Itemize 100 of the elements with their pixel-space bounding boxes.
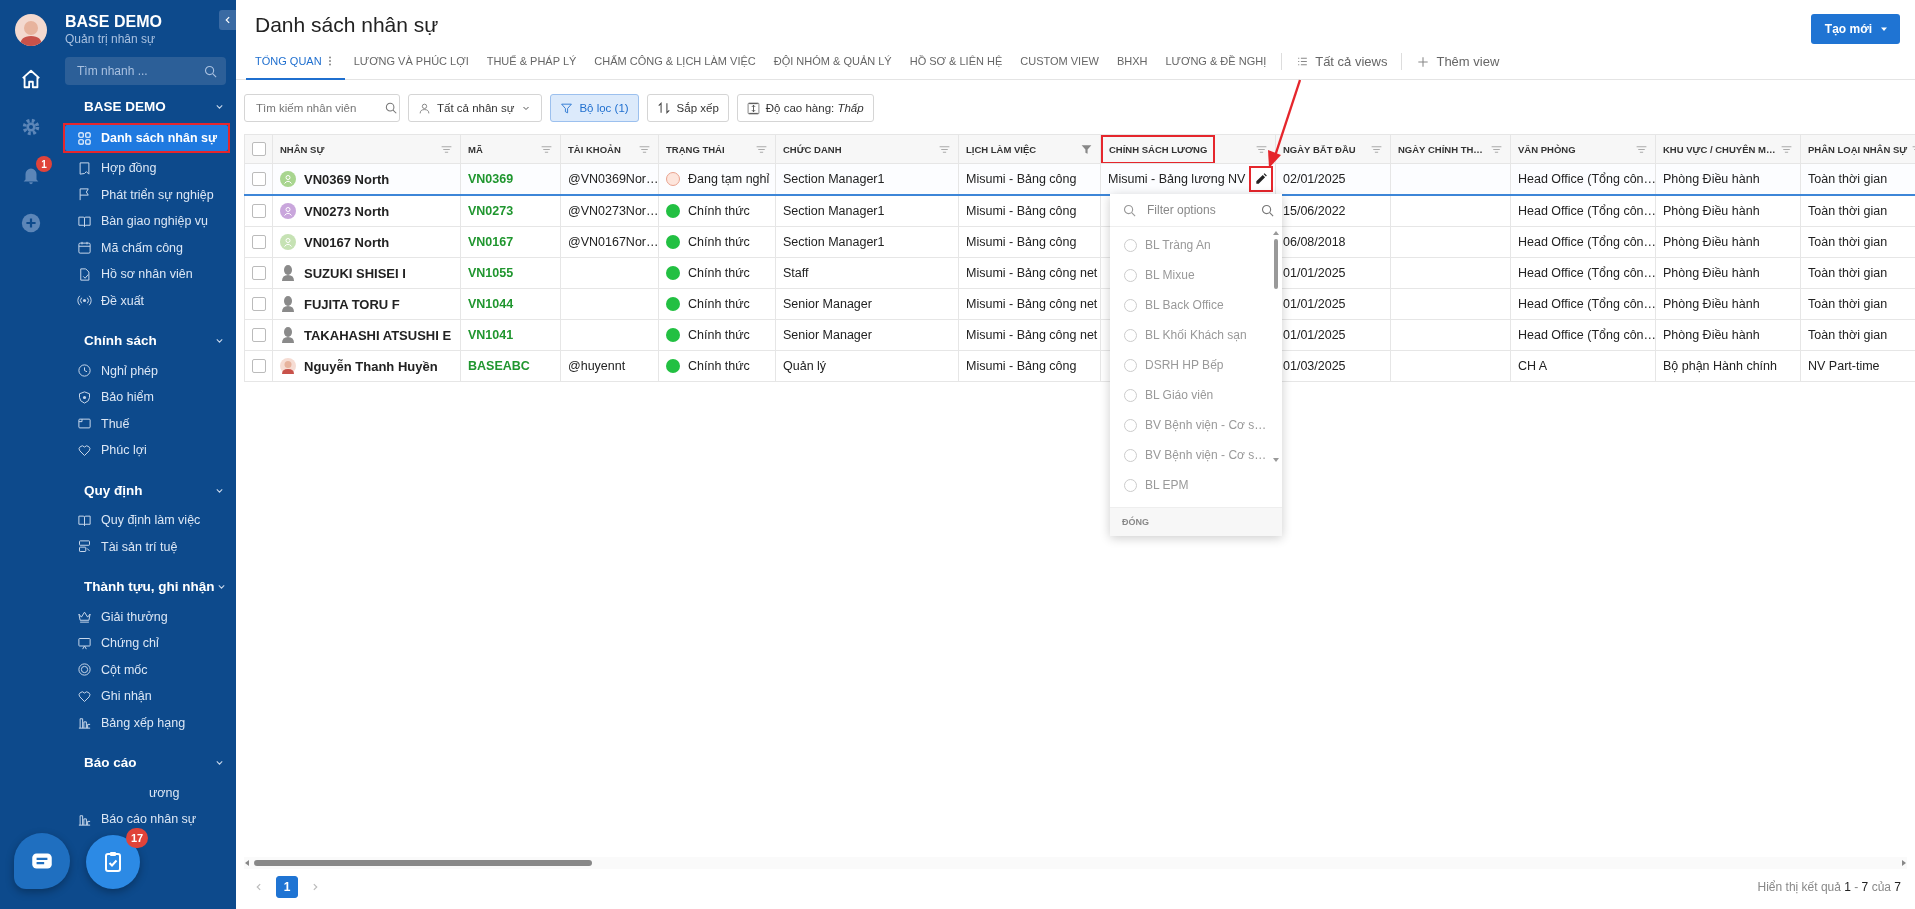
filter-button[interactable]: Bộ lọc (1)	[550, 94, 639, 122]
sidebar-item[interactable]: Hợp đồng	[65, 157, 228, 179]
table-cell: Section Manager1	[783, 204, 885, 218]
checkbox[interactable]	[252, 359, 266, 373]
table-cell: 15/06/2022	[1283, 204, 1346, 218]
sidebar-item[interactable]: Bảng xếp hạng	[65, 711, 228, 734]
tab[interactable]: LƯƠNG VÀ PHÚC LỢI	[344, 44, 478, 80]
page-title: Danh sách nhân sự	[255, 13, 439, 37]
section-title: Quy định	[84, 482, 143, 498]
sidebar-item[interactable]: ương	[65, 781, 228, 804]
column-header[interactable]: MÃ	[468, 143, 483, 155]
flag-icon	[77, 187, 92, 202]
checkbox[interactable]	[252, 328, 266, 342]
table-cell: Toàn thời gian	[1808, 328, 1888, 342]
table-cell: Phòng Điều hành	[1663, 235, 1760, 249]
employee-code: VN1041	[468, 328, 514, 342]
sidebar-item[interactable]: Thuế	[65, 412, 228, 435]
sidebar-item[interactable]: Mã chấm công	[65, 236, 228, 259]
sort-button[interactable]: Sắp xếp	[646, 94, 729, 122]
page-button[interactable]: 1	[276, 876, 298, 898]
table-cell: Head Office (Tổng côn…	[1518, 266, 1655, 280]
row-height-button[interactable]: Độ cao hàng: Thấp	[736, 94, 874, 122]
table-cell: 01/03/2025	[1283, 359, 1346, 373]
create-button[interactable]: Tạo mới	[1810, 14, 1900, 44]
status-label: Chính thức	[688, 235, 750, 249]
employee-code: VN1044	[468, 297, 514, 311]
table-cell: Toàn thời gian	[1808, 266, 1888, 280]
settings-icon[interactable]	[20, 116, 42, 138]
checkbox[interactable]	[252, 297, 266, 311]
sidebar-item[interactable]: Báo cáo nhân sự	[65, 808, 228, 830]
column-header[interactable]: LỊCH LÀM VIỆC	[966, 143, 1037, 155]
sidebar-item[interactable]: Nghỉ phép	[65, 359, 228, 382]
table-cell: @VN0369Nor…	[568, 172, 658, 186]
table-cell: Misumi - Bảng công	[966, 235, 1077, 249]
employee-code: VN0273	[468, 204, 514, 218]
tab[interactable]: HỒ SƠ & LIÊN HỆ	[900, 44, 1012, 80]
home-icon[interactable]	[20, 68, 42, 90]
heart-icon	[77, 688, 92, 704]
tab[interactable]: CUSTOM VIEW	[1011, 44, 1108, 80]
sidebar-item[interactable]: Giải thưởng	[65, 605, 228, 628]
tab[interactable]: LƯƠNG & ĐỀ NGHỊ	[1156, 44, 1276, 80]
sidebar-item[interactable]: Danh sách nhân sự	[65, 125, 228, 151]
collapse-button[interactable]	[219, 10, 236, 30]
checkbox[interactable]	[252, 172, 266, 186]
checkbox[interactable]	[252, 235, 266, 249]
search-input[interactable]: Tìm nhanh ...	[75, 63, 203, 79]
tab[interactable]: TỔNG QUAN	[246, 44, 345, 80]
sidebar-item[interactable]: Phúc lợi	[65, 439, 228, 461]
sidebar-item[interactable]: Cột mốc	[65, 658, 228, 681]
sidebar-item[interactable]: Hồ sơ nhân viên	[65, 263, 228, 285]
sidebar-item[interactable]: Bàn giao nghiệp vụ	[65, 210, 228, 232]
sidebar-item[interactable]: Quy định làm việc	[65, 509, 228, 531]
column-header[interactable]: CHỨC DANH	[783, 143, 842, 155]
sidebar-item[interactable]: Chứng chỉ	[65, 632, 228, 654]
checkbox[interactable]	[252, 142, 266, 156]
section-title: BASE DEMO	[84, 98, 166, 114]
all-views-link[interactable]: Tất cả views	[1288, 44, 1396, 79]
checkbox[interactable]	[252, 266, 266, 280]
stack-icon	[77, 539, 92, 554]
table-cell: 01/01/2025	[1283, 328, 1346, 342]
sidebar-item[interactable]: Ghi nhận	[65, 685, 228, 707]
clock-icon	[77, 363, 92, 378]
column-header[interactable]: VĂN PHÒNG	[1518, 143, 1576, 155]
filter-icon[interactable]	[1080, 142, 1093, 156]
table-cell: Toàn thời gian	[1808, 297, 1888, 311]
add-icon[interactable]	[20, 212, 42, 234]
search-field[interactable]: Tìm nhanh ...	[65, 57, 226, 85]
table-cell: Head Office (Tổng côn…	[1518, 328, 1655, 342]
book-icon	[77, 213, 92, 229]
calendar-icon	[77, 240, 92, 255]
table-cell: Misumi - Bảng công net	[966, 266, 1098, 280]
person-icon	[418, 101, 431, 115]
table-cell: Head Office (Tổng côn…	[1518, 235, 1655, 249]
search-field[interactable]: Tìm kiếm nhân viên	[244, 94, 400, 122]
tab[interactable]: BHXH	[1107, 44, 1157, 80]
tab[interactable]: CHẤM CÔNG & LỊCH LÀM VIỆC	[585, 44, 765, 80]
monitor-icon	[77, 635, 92, 651]
horizontal-scrollbar[interactable]	[244, 857, 1907, 869]
sidebar-item[interactable]: Tài sản trí tuệ	[65, 535, 228, 558]
tab[interactable]: THUẾ & PHÁP LÝ	[477, 44, 586, 80]
scrollbar[interactable]	[1273, 231, 1279, 462]
add-view-link[interactable]: Thêm view	[1408, 44, 1508, 79]
checkbox[interactable]	[252, 204, 266, 218]
table-cell: @VN0167Nor…	[568, 235, 658, 249]
sidebar-item[interactable]: Bảo hiểm	[65, 386, 228, 408]
column-header[interactable]: NHÂN SỰ	[280, 143, 325, 155]
status-label: Chính thức	[688, 297, 750, 311]
table-row[interactable]: VN0369 North VN0369 @VN0369Nor… Đang tạm nghỉ Section Manager1 Misumi - Bảng công Misumi - Bảng lương NV 02/01/2025 Head Office (Tổng côn… Phòng Điều hành Toàn thời gian	[244, 163, 1915, 195]
column-header[interactable]: TRẠNG THÁI	[666, 143, 725, 155]
status-label: Chính thức	[688, 359, 750, 373]
avatar[interactable]	[15, 14, 47, 46]
sidebar-item[interactable]: Phát triển sự nghiệp	[65, 183, 228, 206]
section-title: Chính sách	[84, 333, 157, 348]
grid-icon	[77, 130, 92, 146]
sidebar-item[interactable]: Đề xuất	[65, 289, 228, 312]
edit-button[interactable]	[1249, 166, 1273, 192]
table-cell: Head Office (Tổng côn…	[1518, 204, 1655, 218]
tab[interactable]: ĐỘI NHÓM & QUẢN LÝ	[764, 44, 901, 80]
table-cell: Toàn thời gian	[1808, 204, 1888, 218]
scope-dropdown[interactable]: Tất cả nhân sự	[408, 94, 543, 122]
